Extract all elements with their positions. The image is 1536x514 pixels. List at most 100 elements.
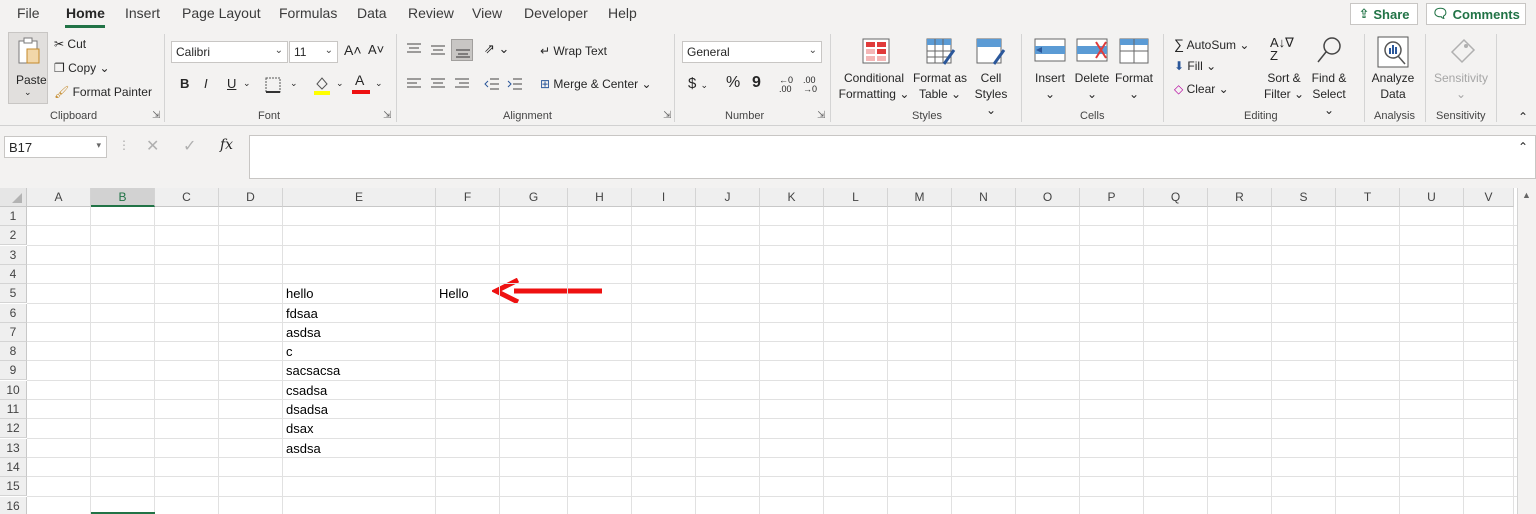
chevron-down-icon[interactable]: ⌄ (243, 78, 251, 89)
cell-e12[interactable]: dsax (283, 419, 313, 438)
column-header-t[interactable]: T (1336, 188, 1400, 207)
wrap-text-button[interactable]: ↵ Wrap Text (540, 44, 607, 58)
tab-file[interactable]: File (17, 5, 40, 21)
tab-help[interactable]: Help (608, 5, 637, 21)
font-color-icon[interactable]: A (352, 72, 370, 94)
font-name-dropdown[interactable]: Calibri ⌄ (171, 41, 288, 63)
row-header-12[interactable]: 12 (0, 419, 27, 439)
italic-button[interactable]: I (204, 76, 208, 91)
tab-review[interactable]: Review (408, 5, 454, 21)
tab-view[interactable]: View (472, 5, 502, 21)
number-format-dropdown[interactable]: General ⌄ (682, 41, 822, 63)
cell-e10[interactable]: csadsa (283, 381, 327, 400)
sensitivity-button[interactable]: Sensitivity ⌄ (1430, 34, 1492, 104)
row-header-13[interactable]: 13 (0, 438, 27, 458)
column-header-r[interactable]: R (1208, 188, 1272, 207)
conditional-formatting-button[interactable]: Conditional Formatting ⌄ (838, 34, 910, 104)
column-header-a[interactable]: A (27, 188, 91, 207)
row-header-6[interactable]: 6 (0, 303, 27, 323)
comma-button[interactable]: 9 (752, 74, 761, 92)
align-left-icon[interactable] (406, 77, 422, 91)
tab-page-layout[interactable]: Page Layout (182, 5, 261, 21)
align-right-icon[interactable] (454, 77, 470, 91)
merge-center-button[interactable]: ⊞ Merge & Center ⌄ (540, 77, 652, 91)
chevron-down-icon[interactable]: ⌄ (375, 78, 383, 89)
format-painter-button[interactable]: 🖌 Format Painter (54, 85, 152, 99)
spreadsheet-grid[interactable]: ▲ A B C D E F G H I J K L M N O P Q R S T U V 1 2 3 4 5 6 7 8 9 10 11 12 1… (0, 188, 1536, 514)
select-all-corner[interactable] (0, 188, 27, 207)
increase-indent-icon[interactable] (507, 77, 523, 91)
row-header-16[interactable]: 16 (0, 496, 27, 514)
font-launcher-icon[interactable]: ⇲ (383, 110, 391, 121)
cell-styles-button[interactable]: Cell Styles ⌄ (968, 34, 1014, 117)
cell-e13[interactable]: asdsa (283, 439, 321, 458)
currency-button[interactable]: $ ⌄ (688, 75, 708, 92)
cell-e8[interactable]: c (283, 342, 293, 361)
row-header-9[interactable]: 9 (0, 361, 27, 381)
delete-cells-button[interactable]: Delete ⌄ (1072, 34, 1112, 104)
analyze-data-button[interactable]: Analyze Data (1368, 34, 1418, 104)
name-box[interactable]: B17 ▾ (4, 136, 107, 158)
row-header-14[interactable]: 14 (0, 457, 27, 477)
align-bottom-button[interactable] (451, 39, 473, 61)
clipboard-launcher-icon[interactable]: ⇲ (152, 110, 160, 121)
cell-f5[interactable]: Hello (436, 284, 469, 303)
column-header-l[interactable]: L (824, 188, 888, 207)
column-header-u[interactable]: U (1400, 188, 1464, 207)
column-header-j[interactable]: J (696, 188, 760, 207)
align-middle-icon[interactable] (430, 42, 446, 56)
column-header-p[interactable]: P (1080, 188, 1144, 207)
column-header-f[interactable]: F (436, 188, 500, 207)
column-header-e[interactable]: E (283, 188, 436, 207)
expand-formula-icon[interactable]: ⌃ (1518, 140, 1528, 154)
tab-home[interactable]: Home (66, 5, 105, 21)
decrease-font-icon[interactable]: A˅ (368, 42, 384, 57)
tab-data[interactable]: Data (357, 5, 387, 21)
vertical-scrollbar[interactable]: ▲ (1517, 188, 1536, 514)
formula-input[interactable]: ⌃ (249, 135, 1536, 179)
percent-button[interactable]: % (726, 74, 740, 92)
copy-button[interactable]: ❐ Copy ⌄ (54, 61, 110, 75)
decrease-decimal-icon[interactable]: .00 →0 (803, 76, 817, 94)
column-header-s[interactable]: S (1272, 188, 1336, 207)
bold-button[interactable]: B (180, 76, 189, 91)
column-header-n[interactable]: N (952, 188, 1016, 207)
cell-e11[interactable]: dsadsa (283, 400, 328, 419)
column-header-c[interactable]: C (155, 188, 219, 207)
fill-color-icon[interactable] (313, 75, 331, 95)
row-header-8[interactable]: 8 (0, 342, 27, 362)
autosum-button[interactable]: ∑ AutoSum ⌄ (1174, 36, 1249, 52)
orientation-icon[interactable]: ⇗ ⌄ (484, 41, 509, 57)
scroll-up-icon[interactable]: ▲ (1522, 190, 1531, 200)
share-button[interactable]: ⇪ Share (1350, 3, 1418, 25)
insert-function-icon[interactable]: fx (220, 137, 233, 153)
tab-insert[interactable]: Insert (125, 5, 160, 21)
row-header-11[interactable]: 11 (0, 400, 27, 419)
column-header-v[interactable]: V (1464, 188, 1514, 207)
cut-button[interactable]: ✂ Cut (54, 37, 86, 51)
column-header-d[interactable]: D (219, 188, 283, 207)
cancel-icon[interactable]: ✕ (146, 136, 159, 156)
cell-e7[interactable]: asdsa (283, 323, 321, 342)
column-header-i[interactable]: I (632, 188, 696, 207)
borders-icon[interactable] (265, 77, 281, 93)
row-header-2[interactable]: 2 (0, 226, 27, 246)
sort-filter-button[interactable]: A↓∇ Z Sort & Filter ⌄ (1262, 34, 1306, 104)
tab-formulas[interactable]: Formulas (279, 5, 337, 21)
alignment-launcher-icon[interactable]: ⇲ (663, 110, 671, 121)
fill-button[interactable]: ⬇ Fill ⌄ (1174, 59, 1216, 73)
collapse-ribbon-icon[interactable]: ⌃ (1518, 110, 1528, 124)
chevron-down-icon[interactable]: ⌄ (336, 78, 344, 89)
column-header-o[interactable]: O (1016, 188, 1080, 207)
comments-button[interactable]: 🗨 Comments (1426, 3, 1526, 25)
row-header-3[interactable]: 3 (0, 245, 27, 265)
row-header-1[interactable]: 1 (0, 207, 27, 226)
row-header-7[interactable]: 7 (0, 322, 27, 342)
cell-e5[interactable]: hello (283, 284, 313, 303)
row-header-5[interactable]: 5 (0, 284, 27, 304)
align-center-icon[interactable] (430, 77, 446, 91)
column-header-g[interactable]: G (500, 188, 568, 207)
column-header-m[interactable]: M (888, 188, 952, 207)
increase-decimal-icon[interactable]: ←0.00 (779, 76, 793, 94)
row-header-10[interactable]: 10 (0, 380, 27, 400)
